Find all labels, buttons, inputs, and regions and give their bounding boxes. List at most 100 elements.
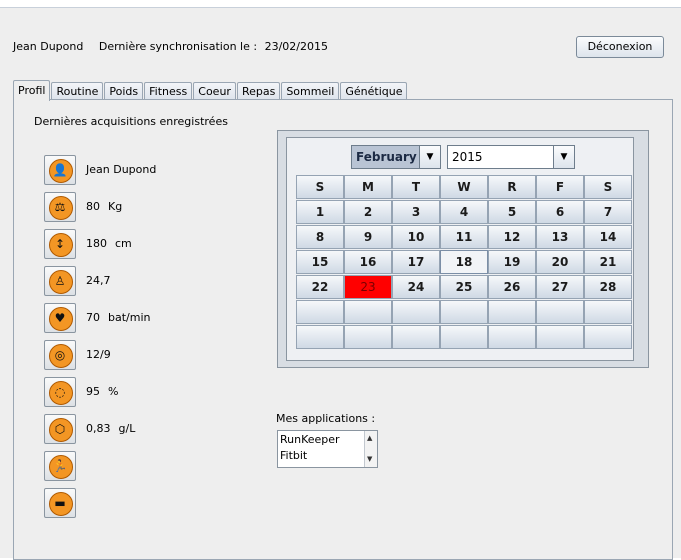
calendar-day[interactable]: 17 [392, 250, 440, 274]
calendar-day[interactable]: 1 [296, 200, 344, 224]
scrollbar[interactable]: ▲ ▼ [364, 431, 377, 467]
value-text: 12/9 [86, 348, 111, 361]
unit-text: g/L [118, 422, 136, 435]
unit-text: % [108, 385, 119, 398]
calendar-day[interactable]: 2 [344, 200, 392, 224]
calendar-inner: February ▼ 2015 ▼ S M T W R F S 1 2 3 4 5 6 7 8 9 10 11 12… [286, 137, 634, 361]
calendar-day[interactable]: 14 [584, 225, 632, 249]
calendar-day[interactable]: 20 [536, 250, 584, 274]
running-button[interactable]: 🏃 [44, 451, 76, 481]
calendar-day[interactable]: 7 [584, 200, 632, 224]
calendar-day[interactable]: 27 [536, 275, 584, 299]
user-button[interactable]: 👤 [44, 155, 76, 185]
weekday-header: M [344, 175, 392, 199]
apps-label: Mes applications : [276, 412, 376, 425]
height-button[interactable]: ↕ [44, 229, 76, 259]
calendar-empty-cell [440, 300, 488, 324]
calendar-empty-cell [296, 325, 344, 349]
oxygen-button[interactable]: ◌ [44, 377, 76, 407]
calendar-empty-cell [296, 300, 344, 324]
calendar-day[interactable]: 3 [392, 200, 440, 224]
tab-profil[interactable]: Profil [13, 80, 51, 101]
sleep-bed-button[interactable]: ▬ [44, 488, 76, 518]
calendar-empty-cell [584, 325, 632, 349]
panel-title: Dernières acquisitions enregistrées [34, 115, 228, 128]
calendar-day[interactable]: 8 [296, 225, 344, 249]
calendar-day[interactable]: 11 [440, 225, 488, 249]
scroll-up-icon[interactable]: ▲ [367, 434, 372, 442]
calendar-empty-cell [392, 325, 440, 349]
calendar-day[interactable]: 4 [440, 200, 488, 224]
blood-pressure-icon: ◎ [54, 348, 66, 362]
value-text: 0,83 [86, 422, 111, 435]
body-button[interactable]: ♙ [44, 266, 76, 296]
user-icon: 👤 [52, 163, 68, 177]
calendar-day[interactable]: 26 [488, 275, 536, 299]
calendar-day[interactable]: 9 [344, 225, 392, 249]
calendar-day[interactable]: 15 [296, 250, 344, 274]
year-select[interactable]: 2015 ▼ [447, 145, 575, 169]
user-name: Jean Dupond [13, 40, 84, 53]
weight-scale-button[interactable]: ⚖ [44, 192, 76, 222]
value-text: 70 [86, 311, 100, 324]
list-item[interactable]: Fitbit [280, 449, 307, 462]
value-text: 180 [86, 237, 107, 250]
acquisition-value: 80 Kg [86, 200, 122, 213]
weekday-header: T [392, 175, 440, 199]
acquisition-value: 12/9 [86, 348, 111, 361]
calendar-day[interactable]: 23 [344, 275, 392, 299]
oxygen-icon: ◌ [54, 385, 66, 399]
calendar-widget: February ▼ 2015 ▼ S M T W R F S 1 2 3 4 5 6 7 8 9 10 11 12… [277, 130, 649, 368]
logout-button[interactable]: Déconexion [576, 36, 664, 58]
calendar-empty-cell [536, 300, 584, 324]
calendar-empty-cell [440, 325, 488, 349]
calendar-day[interactable]: 13 [536, 225, 584, 249]
glucose-button[interactable]: ⬡ [44, 414, 76, 444]
calendar-day[interactable]: 12 [488, 225, 536, 249]
acquisition-value: 0,83 g/L [86, 422, 135, 435]
weekday-header: S [296, 175, 344, 199]
month-select[interactable]: February ▼ [351, 145, 441, 169]
calendar-day[interactable]: 16 [344, 250, 392, 274]
blood-pressure-button[interactable]: ◎ [44, 340, 76, 370]
weight-scale-icon: ⚖ [54, 200, 66, 214]
scroll-down-icon[interactable]: ▼ [367, 455, 372, 463]
weekday-header: F [536, 175, 584, 199]
calendar-day[interactable]: 5 [488, 200, 536, 224]
year-value: 2015 [452, 150, 483, 164]
calendar-day[interactable]: 19 [488, 250, 536, 274]
weekday-header: W [440, 175, 488, 199]
calendar-day[interactable]: 10 [392, 225, 440, 249]
chevron-down-icon[interactable]: ▼ [419, 146, 440, 168]
heart-rate-button[interactable]: ♥ [44, 303, 76, 333]
unit-text: bat/min [108, 311, 151, 324]
acquisition-value: 95% [86, 385, 118, 398]
apps-list[interactable]: RunKeeper Fitbit ▲ ▼ [277, 430, 378, 468]
weekday-header: R [488, 175, 536, 199]
calendar-day[interactable]: 28 [584, 275, 632, 299]
calendar-empty-cell [488, 300, 536, 324]
calendar-day[interactable]: 22 [296, 275, 344, 299]
acquisition-value: Jean Dupond [86, 163, 156, 176]
value-text: 95 [86, 385, 100, 398]
sync-date: 23/02/2015 [264, 40, 328, 53]
body-icon: ♙ [54, 274, 66, 288]
sleep-bed-icon: ▬ [54, 496, 66, 510]
calendar-empty-cell [584, 300, 632, 324]
calendar-empty-cell [344, 300, 392, 324]
calendar-day[interactable]: 24 [392, 275, 440, 299]
weekday-header: S [584, 175, 632, 199]
calendar-day[interactable]: 18 [440, 250, 488, 274]
calendar-day[interactable]: 21 [584, 250, 632, 274]
acquisition-value: 70 bat/min [86, 311, 151, 324]
calendar-empty-cell [344, 325, 392, 349]
calendar-day[interactable]: 25 [440, 275, 488, 299]
list-item[interactable]: RunKeeper [280, 433, 340, 446]
chevron-down-icon[interactable]: ▼ [553, 146, 574, 168]
running-icon: 🏃 [52, 459, 68, 473]
calendar-empty-cell [392, 300, 440, 324]
value-text: Jean Dupond [86, 163, 157, 176]
height-icon: ↕ [54, 237, 66, 251]
month-value: February [356, 150, 417, 164]
calendar-day[interactable]: 6 [536, 200, 584, 224]
